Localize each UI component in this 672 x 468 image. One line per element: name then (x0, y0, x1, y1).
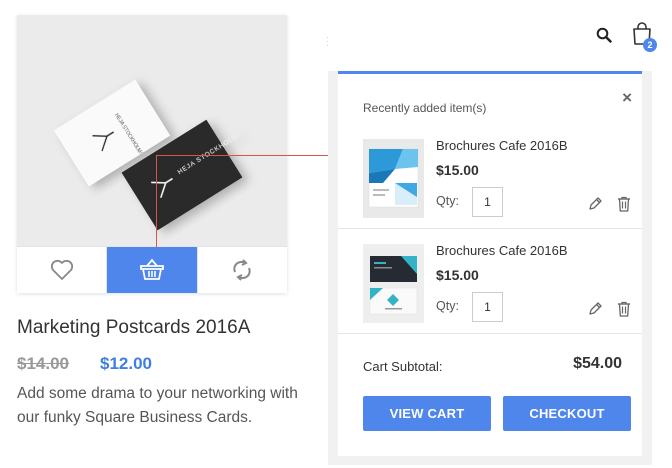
heart-icon (50, 259, 73, 280)
cart-heading: Recently added item(s) (363, 101, 487, 115)
sale-price: $12.00 (100, 354, 152, 373)
business-cards-illustration: HEJA STOCKHOLM! HEJA STOCKHOLM! (17, 15, 287, 246)
search-icon (596, 27, 612, 43)
close-icon[interactable]: × (622, 88, 632, 108)
menu-dots-icon[interactable]: · · · (326, 33, 329, 50)
cart-item-price: $15.00 (436, 267, 479, 283)
cart-item-thumbnail[interactable] (363, 139, 424, 218)
callout-line-vertical (156, 155, 157, 247)
product-title[interactable]: Marketing Postcards 2016A (17, 317, 250, 339)
pencil-icon (589, 302, 602, 315)
subtotal-value: $54.00 (573, 355, 622, 372)
wishlist-button[interactable] (17, 247, 108, 293)
mini-cart-dropdown: Recently added item(s) × Brochures Cafe … (328, 71, 652, 465)
cart-item-thumbnail[interactable] (363, 244, 424, 323)
cart-count-badge: 2 (643, 38, 657, 52)
edit-item-button[interactable] (587, 196, 603, 217)
qty-label: Qty: (436, 299, 459, 313)
qty-input[interactable]: 1 (472, 292, 503, 322)
business-card-thumbnail-image (363, 244, 424, 323)
cart-item: Brochures Cafe 2016B $15.00 Qty: 1 (338, 124, 642, 229)
view-cart-button[interactable]: VIEW CART (363, 396, 491, 431)
add-to-cart-button[interactable] (107, 247, 198, 293)
callout-line-horizontal (156, 155, 348, 156)
product-image[interactable]: HEJA STOCKHOLM! HEJA STOCKHOLM! (17, 15, 287, 246)
basket-icon (140, 258, 164, 280)
checkout-button[interactable]: CHECKOUT (503, 396, 631, 431)
subtotal-label: Cart Subtotal: (363, 359, 443, 374)
search-button[interactable] (596, 27, 612, 48)
pencil-icon (589, 197, 602, 210)
qty-label: Qty: (436, 194, 459, 208)
qty-input[interactable]: 1 (472, 187, 503, 217)
compare-button[interactable] (198, 247, 287, 293)
page: HEJA STOCKHOLM! HEJA STOCKHOLM! Marketin… (0, 0, 672, 468)
brochure-thumbnail-image (363, 139, 424, 218)
trash-icon (618, 301, 630, 317)
product-actions (17, 246, 287, 293)
product-description: Add some drama to your networking with o… (17, 385, 298, 426)
cart-item: Brochures Cafe 2016B $15.00 Qty: 1 (338, 229, 642, 334)
product-card: HEJA STOCKHOLM! HEJA STOCKHOLM! (17, 15, 287, 293)
delete-item-button[interactable] (617, 301, 631, 322)
mini-cart-panel: Recently added item(s) × Brochures Cafe … (338, 71, 642, 456)
cart-item-name[interactable]: Brochures Cafe 2016B (436, 138, 568, 153)
refresh-icon (233, 259, 251, 281)
delete-item-button[interactable] (617, 196, 631, 217)
edit-item-button[interactable] (587, 301, 603, 322)
old-price: $14.00 (17, 354, 69, 373)
cart-item-name[interactable]: Brochures Cafe 2016B (436, 243, 568, 258)
cart-item-price: $15.00 (436, 162, 479, 178)
trash-icon (618, 196, 630, 212)
